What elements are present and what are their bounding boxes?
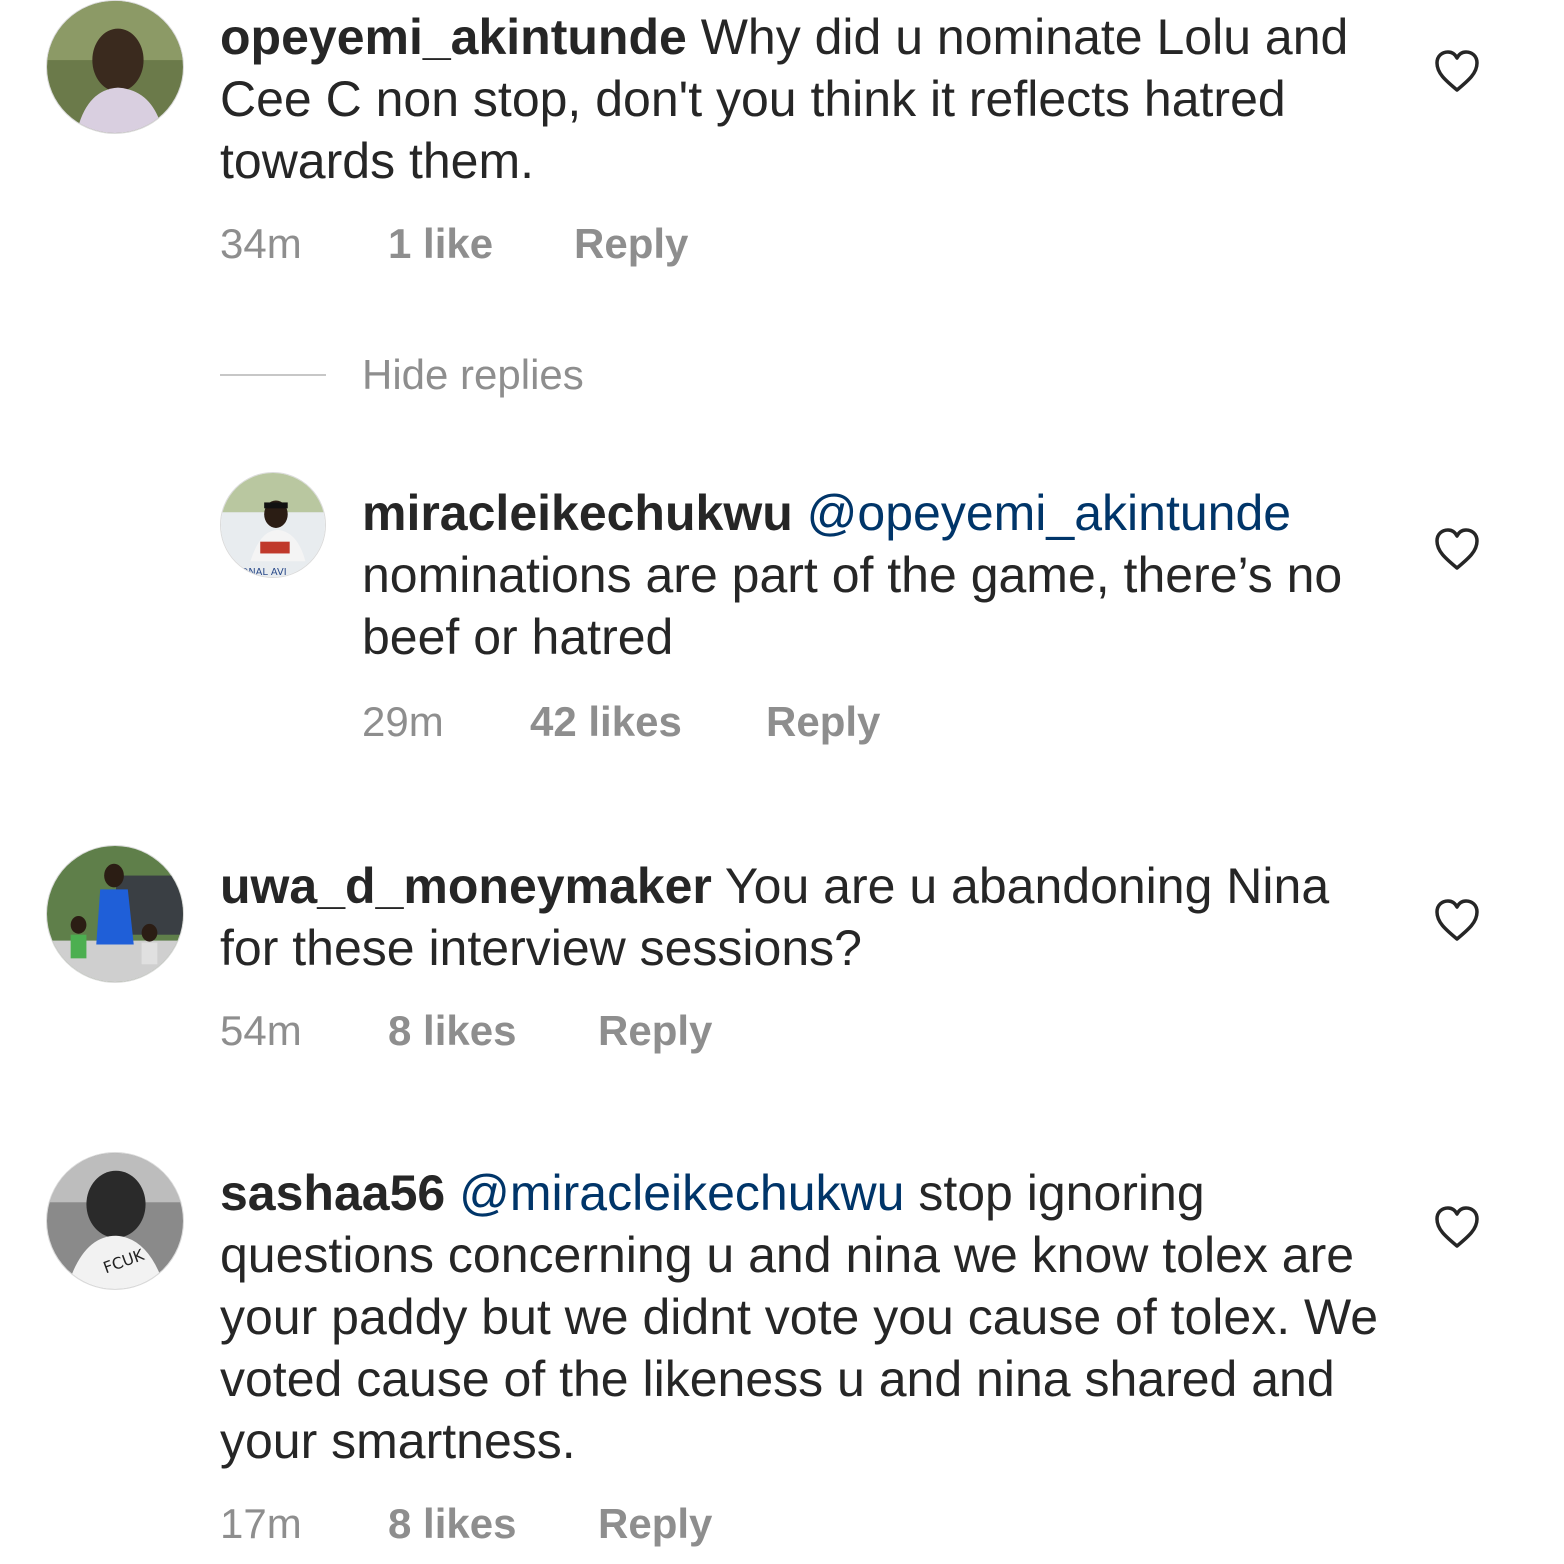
comment-meta: 34m 1 like Reply (220, 220, 688, 268)
profile-photo-icon: FCUK (47, 1153, 183, 1289)
comment-text: uwa_d_moneymaker You are u abandoning Ni… (220, 855, 1390, 979)
comment-body: nominations are part of the game, there’… (362, 547, 1343, 665)
mention-link[interactable]: @opeyemi_akintunde (807, 485, 1291, 541)
avatar[interactable]: FCUK (46, 1152, 184, 1290)
comment-timestamp: 17m (220, 1500, 302, 1547)
comment-likes[interactable]: 1 like (388, 220, 574, 268)
avatar[interactable] (46, 845, 184, 983)
comment-meta: 54m 8 likes Reply (220, 1007, 712, 1055)
mention-link[interactable]: @miracleikechukwu (459, 1165, 904, 1221)
profile-photo-icon: ONAL AVI (221, 473, 325, 577)
like-heart-icon[interactable] (1433, 526, 1481, 572)
profile-photo-icon (47, 1, 183, 133)
comment-text: sashaa56 @miracleikechukwu stop ignoring… (220, 1162, 1390, 1472)
reply-button[interactable]: Reply (574, 220, 688, 268)
comment-likes[interactable]: 8 likes (388, 1007, 598, 1055)
like-heart-icon[interactable] (1433, 48, 1481, 94)
comment-meta: 29m 42 likes Reply (362, 698, 880, 746)
profile-photo-icon (47, 846, 183, 982)
hide-replies-label: Hide replies (362, 351, 584, 398)
comment-timestamp: 29m (362, 698, 444, 745)
divider (220, 374, 326, 376)
comment-likes[interactable]: 8 likes (388, 1500, 598, 1548)
comment-username[interactable]: sashaa56 (220, 1165, 445, 1221)
comment-meta: 17m 8 likes Reply (220, 1500, 712, 1548)
reply-button[interactable]: Reply (598, 1500, 712, 1548)
avatar[interactable] (46, 0, 184, 134)
comment-username[interactable]: miracleikechukwu (362, 485, 793, 541)
comment-timestamp: 34m (220, 220, 302, 267)
comment-text: opeyemi_akintunde Why did u nominate Lol… (220, 6, 1390, 192)
comment-username[interactable]: uwa_d_moneymaker (220, 858, 712, 914)
like-heart-icon[interactable] (1433, 897, 1481, 943)
comment-text: miracleikechukwu @opeyemi_akintunde nomi… (362, 482, 1382, 668)
reply-button[interactable]: Reply (766, 698, 880, 746)
svg-text:ONAL AVI: ONAL AVI (241, 567, 287, 577)
reply-button[interactable]: Reply (598, 1007, 712, 1055)
hide-replies-button[interactable]: Hide replies (220, 350, 584, 400)
comment-timestamp: 54m (220, 1007, 302, 1054)
comment-likes[interactable]: 42 likes (530, 698, 766, 746)
avatar[interactable]: ONAL AVI (220, 472, 326, 578)
like-heart-icon[interactable] (1433, 1204, 1481, 1250)
comment-username[interactable]: opeyemi_akintunde (220, 9, 687, 65)
